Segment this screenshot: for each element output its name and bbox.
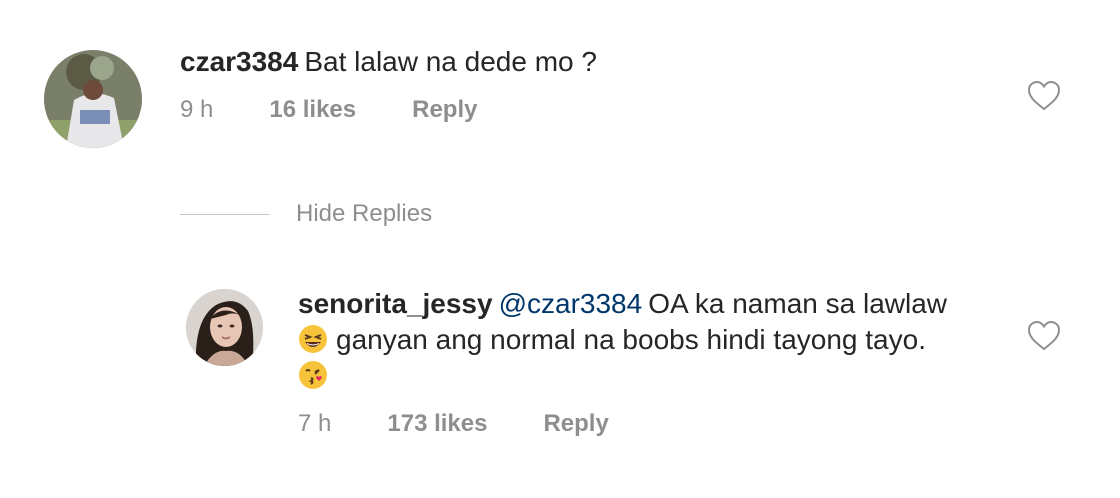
comment-meta: 9 h 16 likes Reply bbox=[180, 96, 477, 124]
timestamp[interactable]: 7 h bbox=[298, 410, 331, 438]
hide-replies-label: Hide Replies bbox=[296, 200, 433, 227]
username-link[interactable]: czar3384 bbox=[180, 46, 298, 77]
like-button[interactable] bbox=[1027, 320, 1061, 352]
comment-message-line1: OA ka naman sa lawlaw bbox=[648, 288, 947, 319]
username-link[interactable]: senorita_jessy bbox=[298, 288, 493, 319]
user-photo-avatar-icon bbox=[44, 50, 142, 148]
comment-body: senorita_jessy @czar3384 OA ka naman sa la… bbox=[298, 286, 998, 394]
user-photo-avatar-icon bbox=[186, 289, 263, 366]
avatar[interactable] bbox=[186, 289, 263, 366]
comment-meta: 7 h 173 likes Reply bbox=[298, 410, 609, 438]
hide-replies-button[interactable]: Hide Replies bbox=[180, 200, 432, 228]
comment-text: czar3384 Bat lalaw na dede mo ? bbox=[180, 44, 980, 80]
comment-body: czar3384 Bat lalaw na dede mo ? bbox=[180, 44, 980, 80]
mention-link[interactable]: @czar3384 bbox=[499, 288, 643, 319]
likes-count[interactable]: 173 likes bbox=[387, 410, 487, 438]
heart-outline-icon bbox=[1027, 80, 1061, 111]
likes-count[interactable]: 16 likes bbox=[269, 96, 356, 124]
face-blowing-kiss-emoji-icon bbox=[298, 360, 328, 390]
avatar[interactable] bbox=[44, 50, 142, 148]
reply-button[interactable]: Reply bbox=[543, 410, 608, 438]
comment-text: senorita_jessy @czar3384 OA ka naman sa la… bbox=[298, 286, 998, 394]
like-button[interactable] bbox=[1027, 80, 1061, 112]
heart-outline-icon bbox=[1027, 320, 1061, 351]
timestamp[interactable]: 9 h bbox=[180, 96, 213, 124]
reply-button[interactable]: Reply bbox=[412, 96, 477, 124]
divider-line bbox=[180, 213, 270, 215]
comment-message: Bat lalaw na dede mo ? bbox=[304, 46, 597, 77]
comment-message-line2: ganyan ang normal na boobs hindi tayong … bbox=[336, 324, 926, 355]
grinning-squinting-face-emoji-icon bbox=[298, 324, 328, 354]
